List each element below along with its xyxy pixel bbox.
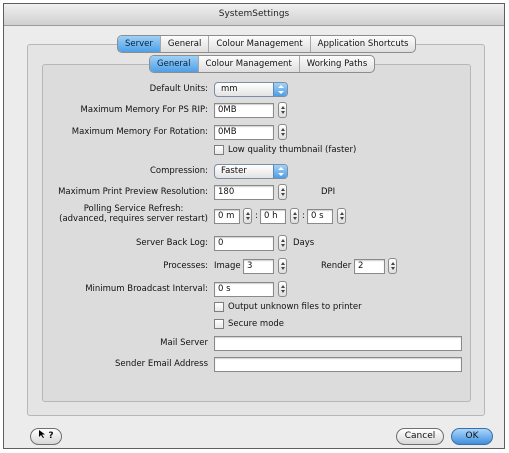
min-broadcast-interval-input[interactable]: 0 s <box>214 282 274 297</box>
polling-hours-input[interactable]: 0 h <box>260 209 286 224</box>
image-label: Image <box>214 261 241 271</box>
max-print-preview-stepper[interactable] <box>278 184 287 200</box>
processes-label: Processes: <box>163 261 208 271</box>
max-memory-rotation-input[interactable]: 0MB <box>214 125 274 140</box>
polling-refresh-label: Polling Service Refresh: (advanced, requ… <box>59 204 208 224</box>
max-memory-ps-rip-label: Maximum Memory For PS RIP: <box>80 105 208 115</box>
max-memory-rotation-label: Maximum Memory For Rotation: <box>71 127 208 137</box>
help-question-mark: ? <box>48 431 54 441</box>
compression-value: Faster <box>221 166 247 176</box>
server-back-log-input[interactable]: 0 <box>214 236 274 251</box>
low-quality-thumbnail-label: Low quality thumbnail (faster) <box>228 145 357 155</box>
tab-server[interactable]: Server <box>118 36 161 52</box>
checkbox-box[interactable] <box>214 145 224 155</box>
time-separator: : <box>302 211 305 221</box>
top-tab-bar: Server General Colour Management Applica… <box>117 35 417 53</box>
checkbox-box[interactable] <box>214 302 224 312</box>
ok-button[interactable]: OK <box>451 428 493 445</box>
dpi-unit-label: DPI <box>321 187 336 197</box>
help-button[interactable]: ? <box>30 428 62 445</box>
sender-email-label: Sender Email Address <box>115 359 208 369</box>
cancel-button[interactable]: Cancel <box>396 428 444 445</box>
subtab-colour-management[interactable]: Colour Management <box>199 56 300 72</box>
max-print-preview-input[interactable]: 180 <box>214 185 274 200</box>
time-separator: : <box>255 211 258 221</box>
polling-refresh-label-line1: Polling Service Refresh: <box>83 204 184 214</box>
polling-hours-stepper[interactable] <box>290 208 299 224</box>
image-processes-stepper[interactable] <box>278 258 287 274</box>
polling-seconds-stepper[interactable] <box>337 208 346 224</box>
server-back-log-stepper[interactable] <box>278 235 287 251</box>
low-quality-thumbnail-checkbox[interactable]: Low quality thumbnail (faster) <box>214 145 356 155</box>
polling-minutes-stepper[interactable] <box>243 208 252 224</box>
server-back-log-label: Server Back Log: <box>136 238 208 248</box>
secure-mode-label: Secure mode <box>228 319 285 329</box>
render-processes-input[interactable]: 2 <box>354 259 385 274</box>
help-icon: ? <box>38 430 54 441</box>
checkbox-box[interactable] <box>214 319 224 329</box>
image-processes-input[interactable]: 3 <box>243 259 274 274</box>
min-broadcast-interval-stepper[interactable] <box>278 281 287 297</box>
max-print-preview-label: Maximum Print Preview Resolution: <box>58 187 208 197</box>
mail-server-label: Mail Server <box>160 338 208 348</box>
output-unknown-files-checkbox[interactable]: Output unknown files to printer <box>214 302 362 312</box>
default-units-label: Default Units: <box>149 84 208 94</box>
tab-general[interactable]: General <box>161 36 210 52</box>
secure-mode-checkbox[interactable]: Secure mode <box>214 319 284 329</box>
settings-window: SystemSettings Server General Colour Man… <box>3 3 505 449</box>
compression-select[interactable]: Faster <box>214 164 288 179</box>
render-processes-stepper[interactable] <box>388 258 397 274</box>
compression-label: Compression: <box>149 166 208 176</box>
tab-application-shortcuts[interactable]: Application Shortcuts <box>311 36 416 52</box>
max-memory-ps-rip-stepper[interactable] <box>278 102 287 118</box>
max-memory-rotation-stepper[interactable] <box>278 124 287 140</box>
mail-server-input[interactable] <box>214 336 462 351</box>
subtab-working-paths[interactable]: Working Paths <box>300 56 374 72</box>
sender-email-input[interactable] <box>214 357 462 372</box>
render-label: Render <box>321 261 352 271</box>
subtab-general[interactable]: General <box>150 56 199 72</box>
window-title: SystemSettings <box>4 4 504 26</box>
polling-seconds-input[interactable]: 0 s <box>307 209 333 224</box>
chevron-updown-icon <box>273 165 287 178</box>
max-memory-ps-rip-input[interactable]: 0MB <box>214 103 274 118</box>
sub-tab-bar: General Colour Management Working Paths <box>149 55 376 73</box>
min-broadcast-interval-label: Minimum Broadcast Interval: <box>85 284 208 294</box>
default-units-value: mm <box>221 84 238 94</box>
output-unknown-files-label: Output unknown files to printer <box>228 302 362 312</box>
tab-colour-management[interactable]: Colour Management <box>209 36 311 52</box>
polling-minutes-input[interactable]: 0 m <box>214 209 240 224</box>
polling-refresh-label-line2: (advanced, requires server restart) <box>59 214 208 224</box>
days-unit-label: Days <box>293 238 315 248</box>
chevron-updown-icon <box>273 83 287 96</box>
default-units-select[interactable]: mm <box>214 82 288 97</box>
